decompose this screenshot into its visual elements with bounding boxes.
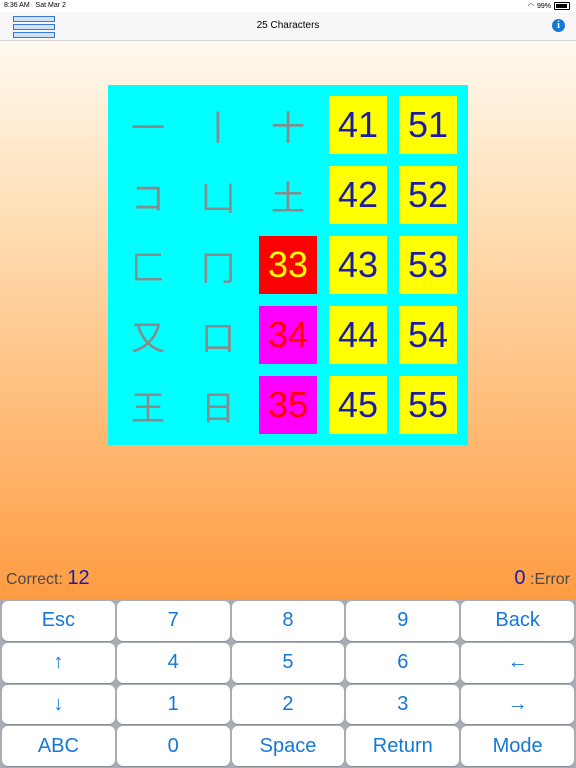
board-cell[interactable]: 日 [183, 370, 253, 440]
battery-icon [554, 2, 570, 10]
board-cell[interactable]: 53 [399, 236, 457, 294]
board-cell[interactable]: 41 [329, 96, 387, 154]
key-button[interactable]: Mode [461, 726, 574, 766]
board-cell[interactable]: 丨 [183, 90, 253, 160]
key-button[interactable]: 3 [346, 684, 460, 725]
key-button[interactable]: ↑ [2, 642, 115, 683]
keypad: Esc 7 8 9 Back ↑ 4 5 6 ← ↓ 1 2 3 → ABC 0 Space Return Mode [0, 599, 576, 768]
key-button[interactable]: 0 [116, 726, 230, 766]
key-button[interactable]: Space [231, 726, 345, 766]
board-cell[interactable]: 凵 [183, 160, 253, 230]
status-bar: 8:36 AM Sat Mar 2 ◠ 99% [0, 0, 576, 12]
status-date: Sat Mar 2 [35, 2, 66, 9]
status-time-date: 8:36 AM Sat Mar 2 [4, 2, 66, 9]
key-button[interactable]: 9 [346, 601, 460, 641]
key-button[interactable]: Return [346, 726, 460, 766]
board-cell[interactable]: 土 [253, 160, 323, 230]
battery-percent: 99% [536, 2, 551, 10]
board-cell[interactable]: 55 [399, 376, 457, 434]
board-cell[interactable]: 口 [183, 300, 253, 370]
board-cell[interactable]: 又 [113, 300, 183, 370]
key-button[interactable]: 7 [116, 601, 230, 641]
wifi-icon: ◠ [527, 3, 534, 10]
error-label: :Error [530, 571, 570, 588]
board-cell[interactable]: 冂 [183, 230, 253, 300]
status-time: 8:36 AM [4, 2, 30, 9]
key-button[interactable]: ↓ [2, 684, 115, 725]
correct-value: 12 [67, 567, 90, 589]
correct-score: Correct: 12 [6, 567, 90, 590]
key-button[interactable]: Esc [2, 601, 115, 641]
key-button[interactable]: 8 [231, 601, 345, 641]
board-cell[interactable]: 43 [329, 236, 387, 294]
status-right: ◠ 99% [528, 2, 570, 10]
key-button[interactable]: 1 [116, 684, 230, 725]
key-button[interactable]: ← [461, 642, 574, 683]
correct-label: Correct: [6, 571, 63, 588]
board-cell[interactable]: 匚 [113, 230, 183, 300]
page-title: 25 Characters [256, 20, 320, 31]
board-cell[interactable]: 44 [329, 306, 387, 364]
board-cell[interactable]: 51 [399, 96, 457, 154]
key-button[interactable]: ABC [2, 726, 115, 766]
key-button[interactable]: → [461, 684, 574, 725]
board-cell[interactable]: 一 [113, 90, 183, 160]
board-cell[interactable]: 34 [259, 306, 317, 364]
key-button[interactable]: Back [461, 601, 574, 641]
board-cell[interactable]: 54 [399, 306, 457, 364]
error-value: 0 [514, 567, 526, 589]
error-score: 0 :Error [514, 567, 570, 590]
board-cell[interactable]: 42 [329, 166, 387, 224]
board-cell[interactable]: 52 [399, 166, 457, 224]
board-cell[interactable]: 王 [113, 370, 183, 440]
info-icon[interactable]: i [552, 19, 565, 32]
character-board: 一丨十 41 51 コ凵土 42 52 匚冂 33 43 53 又口 34 44 54 王日 35 45 55 [108, 85, 468, 445]
board-cell[interactable]: コ [113, 160, 183, 230]
board-cell[interactable]: 33 [259, 236, 317, 294]
key-button[interactable]: 5 [231, 642, 345, 683]
key-button[interactable]: 6 [346, 642, 460, 683]
key-button[interactable]: 4 [116, 642, 230, 683]
board-cell[interactable]: 十 [253, 90, 323, 160]
board-cell[interactable]: 35 [259, 376, 317, 434]
content-area: 一丨十 41 51 コ凵土 42 52 匚冂 33 43 53 又口 34 44 54 王日 35 45 55 C… [0, 41, 576, 599]
nav-bar: 25 Characters i [0, 12, 576, 41]
key-button[interactable]: 2 [231, 684, 345, 725]
board-cell[interactable]: 45 [329, 376, 387, 434]
